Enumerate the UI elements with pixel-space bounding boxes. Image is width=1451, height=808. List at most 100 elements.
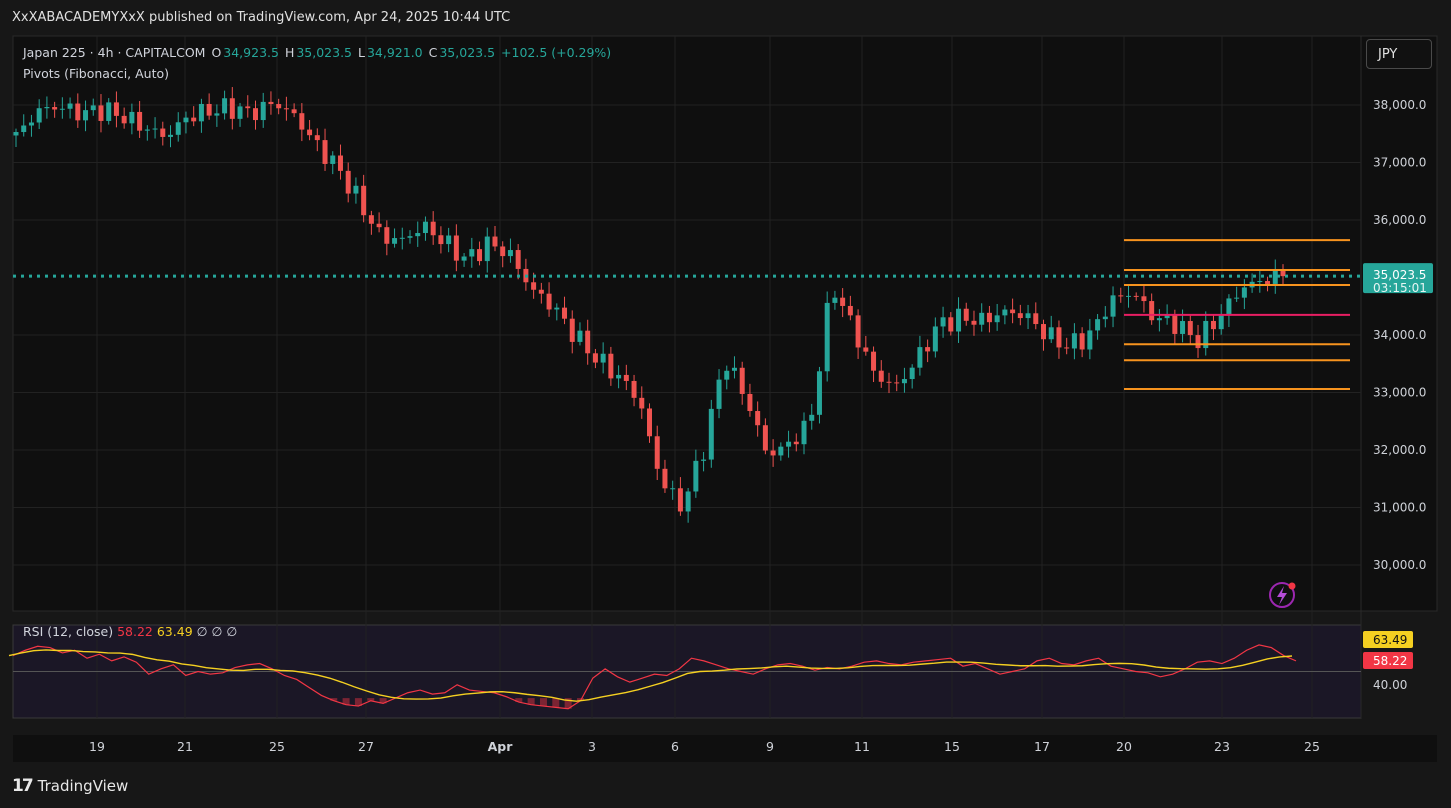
high-label: H — [284, 45, 295, 60]
x-tick-label: 20 — [1116, 739, 1132, 754]
notification-dot-icon — [1288, 582, 1296, 590]
rsi-value-tag-value: 58.22 — [1373, 654, 1407, 668]
candle-body — [368, 215, 374, 224]
candle-body — [160, 128, 166, 137]
candle-body — [291, 109, 297, 114]
x-tick-label: 15 — [944, 739, 960, 754]
candle-body — [909, 367, 915, 380]
candle-body — [809, 414, 815, 421]
candle-body — [1079, 333, 1085, 350]
candle-body — [229, 98, 235, 119]
candle-body — [399, 237, 405, 239]
candle-body — [446, 235, 452, 245]
price-tag-value: 35,023.5 — [1373, 268, 1426, 282]
candle-body — [1002, 309, 1008, 316]
candle-body — [925, 347, 931, 352]
chart-canvas[interactable]: 38,000.0 37,000.0 36,000.0 34,000.0 33,000.0… — [0, 0, 1451, 808]
candle-body — [1156, 318, 1162, 321]
candle-body — [337, 155, 343, 171]
candle-body — [840, 297, 846, 306]
candle-body — [979, 312, 985, 325]
candle-body — [121, 115, 127, 124]
candle-body — [531, 282, 537, 290]
candle-body — [886, 381, 892, 383]
candle-body — [932, 326, 938, 352]
candle-body — [577, 330, 583, 342]
open-value: 34,923.5 — [223, 45, 279, 60]
candle-body — [515, 250, 521, 269]
candle-body — [1133, 295, 1139, 297]
candle-body — [894, 382, 900, 384]
price-tag-countdown: 03:15:01 — [1373, 281, 1427, 295]
candle-body — [1172, 314, 1178, 334]
candle-body — [507, 250, 513, 257]
candle-body — [585, 330, 591, 354]
candle-body — [623, 374, 629, 381]
candle-body — [562, 307, 568, 319]
candle-body — [739, 367, 745, 394]
candle-body — [1048, 327, 1054, 340]
candle-body — [1064, 347, 1070, 349]
candle-body — [600, 353, 606, 363]
candle-body — [1195, 335, 1201, 349]
candle-body — [191, 117, 197, 122]
indicator-legend[interactable]: Pivots (Fibonacci, Auto) — [23, 66, 169, 81]
candle-body — [724, 370, 730, 380]
candle-body — [13, 132, 19, 136]
y-tick-label: 38,000.0 — [1373, 98, 1426, 112]
candle-body — [762, 425, 768, 451]
candle-body — [183, 117, 189, 123]
change-value: +102.5 (+0.29%) — [501, 45, 612, 60]
candle-body — [175, 122, 181, 135]
rsi-legend[interactable]: RSI (12, close) 58.22 63.49 ∅ ∅ ∅ — [23, 624, 237, 639]
candle-body — [415, 233, 421, 237]
candle-body — [44, 107, 50, 109]
candle-body — [701, 459, 707, 461]
x-tick-label: 6 — [671, 739, 679, 754]
candle-body — [878, 370, 884, 382]
candle-body — [1280, 270, 1286, 277]
x-tick-label: 9 — [766, 739, 774, 754]
candle-body — [917, 347, 923, 368]
candle-body — [268, 101, 274, 105]
candle-body — [770, 450, 776, 456]
candle-body — [83, 110, 89, 121]
currency-button[interactable]: JPY — [1366, 39, 1432, 69]
candle-body — [778, 446, 784, 456]
y-tick-label: 34,000.0 — [1373, 328, 1426, 342]
candle-body — [731, 367, 737, 371]
symbol-label[interactable]: Japan 225 · 4h · CAPITALCOM — [23, 45, 205, 60]
candle-body — [1187, 321, 1193, 336]
candle-body — [1071, 333, 1077, 349]
footer-brand[interactable]: 17 TradingView — [12, 776, 128, 796]
candle-body — [1241, 287, 1247, 298]
candle-body — [245, 106, 251, 109]
candle-body — [677, 488, 683, 512]
candle-body — [206, 103, 212, 116]
candle-body — [994, 315, 1000, 323]
rsi-name: RSI (12, close) — [23, 624, 114, 639]
x-tick-label: 25 — [269, 739, 285, 754]
candle-body — [670, 488, 676, 490]
candle-body — [28, 122, 34, 126]
candle-body — [901, 379, 907, 384]
candle-body — [198, 103, 204, 122]
candle-body — [986, 312, 992, 323]
x-tick-label: 19 — [89, 739, 105, 754]
candle-body — [407, 236, 413, 238]
candle-body — [755, 411, 761, 426]
candle-body — [1234, 297, 1240, 299]
x-tick-label: Apr — [488, 739, 514, 754]
candle-body — [1210, 320, 1216, 330]
candle-body — [1118, 295, 1124, 297]
candle-body — [639, 397, 645, 409]
candle-body — [693, 460, 699, 492]
candle-body — [1257, 281, 1263, 283]
candle-body — [214, 113, 220, 116]
candle-body — [647, 408, 652, 437]
candle-body — [106, 102, 112, 121]
candle-body — [384, 227, 390, 244]
candle-body — [422, 221, 428, 234]
candle-body — [137, 111, 143, 131]
candle-body — [1017, 313, 1023, 319]
